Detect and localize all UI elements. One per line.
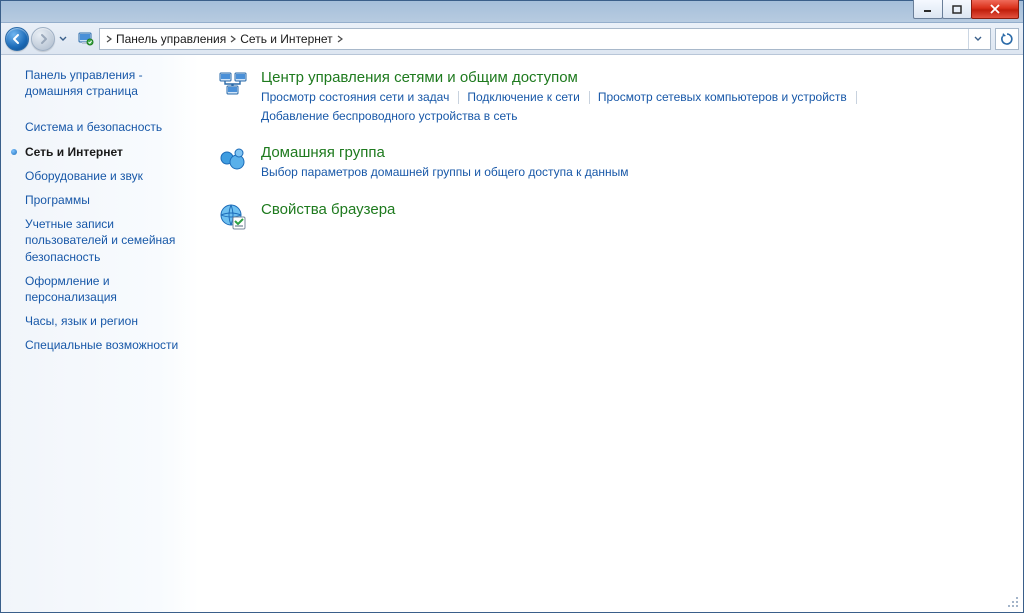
sidebar-item-accessibility[interactable]: Специальные возможности	[1, 333, 199, 357]
sidebar-item-hardware-sound[interactable]: Оборудование и звук	[1, 164, 199, 188]
maximize-button[interactable]	[942, 0, 972, 19]
sidebar-item-programs[interactable]: Программы	[1, 188, 199, 212]
body: Панель управления - домашняя страница Си…	[1, 55, 1023, 612]
chevron-down-icon	[974, 36, 982, 42]
link-add-wireless-device[interactable]: Добавление беспроводного устройства в се…	[261, 107, 528, 126]
category-title-link[interactable]: Центр управления сетями и общим доступом	[261, 69, 1005, 86]
breadcrumb-root[interactable]: Панель управления	[114, 32, 228, 46]
link-homegroup-sharing-options[interactable]: Выбор параметров домашней группы и общег…	[261, 163, 639, 182]
forward-button[interactable]	[31, 27, 55, 51]
back-button[interactable]	[5, 27, 29, 51]
resize-grip[interactable]	[1006, 595, 1020, 609]
window-controls	[914, 0, 1019, 19]
breadcrumb-dropdown[interactable]	[968, 29, 986, 49]
breadcrumb-sep-icon[interactable]	[335, 35, 345, 43]
content-area: Центр управления сетями и общим доступом…	[199, 55, 1023, 612]
sidebar-home-line2: домашняя страница	[25, 84, 138, 98]
category-internet-options: Свойства браузера	[217, 201, 1005, 233]
homegroup-icon	[217, 144, 249, 176]
minimize-icon	[923, 5, 933, 13]
address-breadcrumb[interactable]: Панель управления Сеть и Интернет	[99, 28, 991, 50]
breadcrumb-sep-icon[interactable]	[104, 35, 114, 43]
chevron-down-icon	[59, 36, 67, 42]
refresh-icon	[1000, 32, 1014, 46]
sidebar-home-link[interactable]: Панель управления - домашняя страница	[1, 67, 199, 107]
navigation-bar: Панель управления Сеть и Интернет	[1, 23, 1023, 55]
category-title-link[interactable]: Свойства браузера	[261, 201, 1005, 218]
link-view-network-computers[interactable]: Просмотр сетевых компьютеров и устройств	[598, 88, 857, 107]
category-sublinks: Выбор параметров домашней группы и общег…	[261, 163, 1005, 182]
refresh-button[interactable]	[995, 28, 1019, 50]
breadcrumb-sep-icon[interactable]	[228, 35, 238, 43]
breadcrumb-current[interactable]: Сеть и Интернет	[238, 32, 334, 46]
sidebar-item-users-family[interactable]: Учетные записи пользователей и семейная …	[1, 212, 199, 269]
control-panel-window: Панель управления Сеть и Интернет Панель	[0, 0, 1024, 613]
sidebar: Панель управления - домашняя страница Си…	[1, 55, 199, 612]
nav-history-dropdown[interactable]	[57, 30, 69, 48]
category-homegroup: Домашняя группа Выбор параметров домашне…	[217, 144, 1005, 182]
link-view-network-status[interactable]: Просмотр состояния сети и задач	[261, 88, 459, 107]
sidebar-item-clock-language-region[interactable]: Часы, язык и регион	[1, 309, 199, 333]
link-connect-to-network[interactable]: Подключение к сети	[467, 88, 589, 107]
category-body: Центр управления сетями и общим доступом…	[261, 69, 1005, 126]
sidebar-home-line1: Панель управления -	[25, 68, 143, 82]
sidebar-item-system-security[interactable]: Система и безопасность	[1, 115, 199, 139]
arrow-right-icon	[37, 33, 49, 45]
nav-arrows	[5, 27, 69, 51]
category-sublinks: Просмотр состояния сети и задач Подключе…	[261, 88, 1005, 126]
category-body: Домашняя группа Выбор параметров домашне…	[261, 144, 1005, 182]
internet-options-icon	[217, 201, 249, 233]
arrow-left-icon	[11, 33, 23, 45]
network-sharing-center-icon	[217, 69, 249, 101]
address-icon	[77, 30, 95, 48]
close-button[interactable]	[971, 0, 1019, 19]
category-network-sharing-center: Центр управления сетями и общим доступом…	[217, 69, 1005, 126]
maximize-icon	[952, 5, 962, 14]
sidebar-item-network-internet[interactable]: Сеть и Интернет	[1, 140, 199, 164]
minimize-button[interactable]	[913, 0, 943, 19]
close-icon	[989, 4, 1001, 14]
sidebar-item-appearance[interactable]: Оформление и персонализация	[1, 269, 199, 309]
window-titlebar	[1, 1, 1023, 23]
category-body: Свойства браузера	[261, 201, 1005, 233]
category-title-link[interactable]: Домашняя группа	[261, 144, 1005, 161]
control-panel-icon	[77, 30, 95, 48]
